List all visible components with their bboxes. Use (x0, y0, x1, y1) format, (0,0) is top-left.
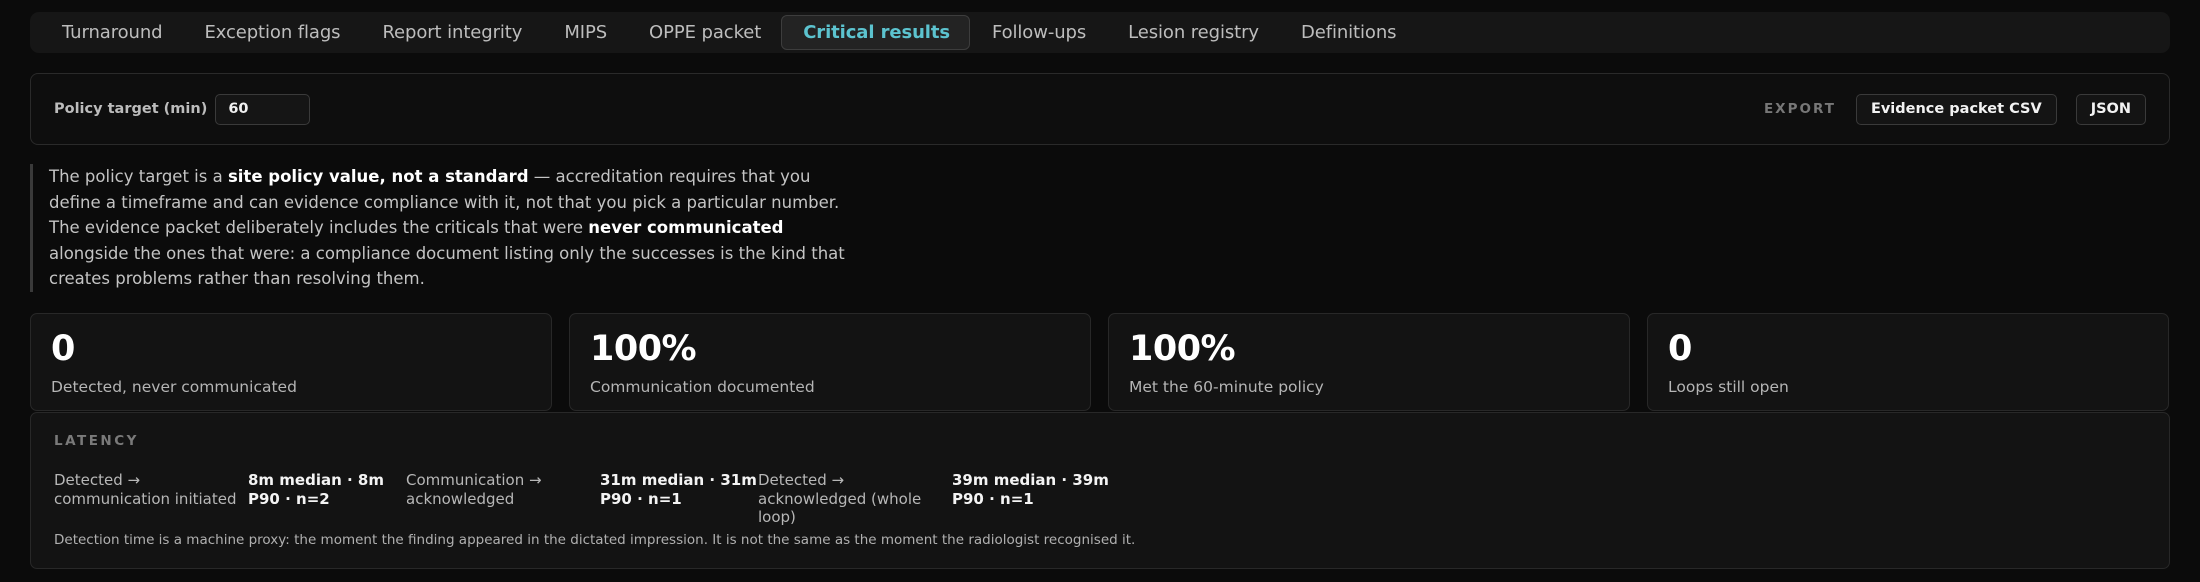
latency-value: 31m median · 31m P90 · n=1 (600, 471, 757, 508)
stat-label: Met the 60-minute policy (1129, 378, 1324, 396)
stat-label: Detected, never communicated (51, 378, 297, 396)
stat-card-communication-documented: 100% Communication documented (569, 313, 1091, 411)
note-emphasis: never communicated (588, 218, 784, 238)
stat-value: 100% (1129, 329, 1236, 369)
latency-key: Detected → communication initiated (54, 471, 237, 508)
policy-target-input[interactable] (215, 93, 311, 125)
latency-item: Detected → acknowledged (whole loop) 39m… (758, 471, 1110, 527)
tab-definitions[interactable]: Definitions (1279, 15, 1416, 50)
latency-grid: Detected → communication initiated 8m me… (54, 471, 2146, 527)
latency-item: Communication → acknowledged 31m median … (406, 471, 758, 527)
critical-results-page: Turnaround Exception flags Report integr… (0, 0, 2200, 582)
stat-card-met-policy: 100% Met the 60-minute policy (1108, 313, 1630, 411)
stat-label: Loops still open (1668, 378, 1789, 396)
latency-panel: LATENCY Detected → communication initiat… (30, 412, 2170, 569)
note-emphasis: site policy value, not a standard (227, 167, 529, 186)
stat-card-loops-open: 0 Loops still open (1647, 313, 2169, 411)
tab-mips[interactable]: MIPS (542, 15, 627, 50)
export-label: EXPORT (1763, 101, 1836, 117)
latency-value: 8m median · 8m P90 · n=2 (248, 471, 384, 508)
latency-key: Detected → acknowledged (whole loop) (758, 471, 922, 526)
stat-card-never-communicated: 0 Detected, never communicated (30, 313, 552, 411)
evidence-packet-csv-button[interactable]: Evidence packet CSV (1855, 93, 2057, 125)
stat-value: 0 (1668, 329, 1692, 369)
stat-value: 100% (590, 329, 697, 369)
latency-key: Communication → acknowledged (406, 471, 542, 508)
export-group: EXPORT Evidence packet CSV JSON (1763, 93, 2146, 125)
policy-panel: Policy target (min) EXPORT Evidence pack… (30, 73, 2170, 145)
tab-report-integrity[interactable]: Report integrity (360, 15, 542, 50)
latency-footnote: Detection time is a machine proxy: the m… (54, 532, 1136, 548)
tab-oppe-packet[interactable]: OPPE packet (627, 15, 781, 50)
policy-target-label: Policy target (min) (54, 101, 208, 117)
tab-turnaround[interactable]: Turnaround (40, 15, 182, 50)
latency-item: Detected → communication initiated 8m me… (54, 471, 406, 527)
tab-bar: Turnaround Exception flags Report integr… (30, 12, 2170, 53)
latency-title: LATENCY (54, 433, 139, 449)
note-text: alongside the ones that were: a complian… (49, 243, 845, 289)
latency-value: 39m median · 39m P90 · n=1 (952, 471, 1109, 508)
tab-follow-ups[interactable]: Follow-ups (970, 15, 1106, 50)
policy-note: The policy target is a site policy value… (30, 164, 850, 292)
tab-lesion-registry[interactable]: Lesion registry (1106, 15, 1279, 50)
stat-label: Communication documented (590, 378, 815, 396)
stat-value: 0 (51, 329, 75, 369)
json-export-button[interactable]: JSON (2075, 93, 2146, 125)
tab-exception-flags[interactable]: Exception flags (182, 15, 360, 50)
note-text: The policy target is a (49, 167, 228, 186)
tab-critical-results[interactable]: Critical results (781, 15, 970, 50)
